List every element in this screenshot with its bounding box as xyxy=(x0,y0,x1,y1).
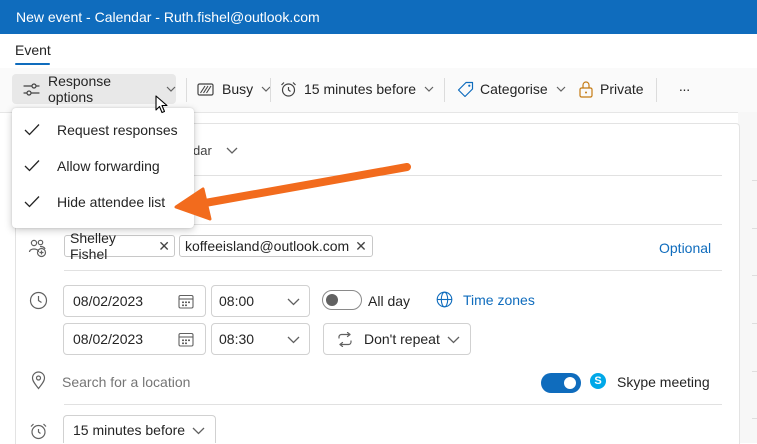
annotation-arrow xyxy=(174,163,411,221)
mouse-cursor-icon xyxy=(155,95,168,114)
